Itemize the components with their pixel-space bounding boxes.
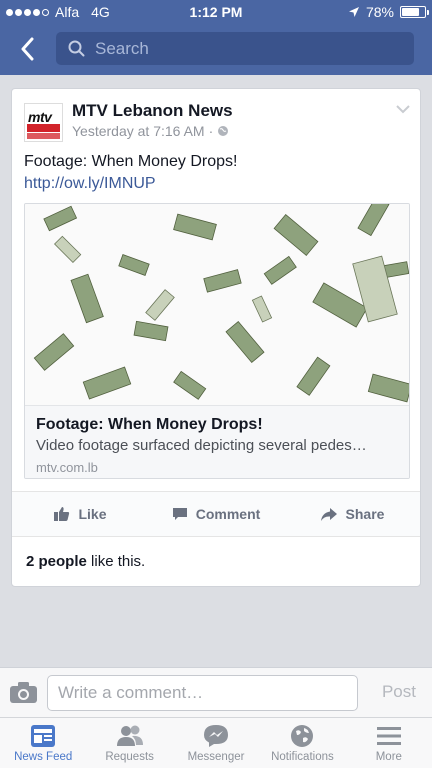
post-options-chevron-icon[interactable] (396, 105, 410, 114)
tab-notifications[interactable]: Notifications (259, 718, 345, 768)
comment-button[interactable]: Comment (148, 492, 284, 536)
attachment-title: Footage: When Money Drops! (36, 416, 263, 433)
search-box[interactable] (56, 32, 414, 65)
like-button[interactable]: Like (12, 492, 148, 536)
post-card: mtv MTV Lebanon News Yesterday at 7:16 A… (11, 88, 421, 587)
post-actions: Like Comment Share (12, 491, 420, 537)
post-meta: Yesterday at 7:16 AM · (72, 123, 229, 139)
falling-money-illustration (33, 204, 409, 403)
attachment-info: Footage: When Money Drops! Video footage… (25, 405, 409, 478)
share-label: Share (345, 506, 385, 522)
globe-icon (218, 126, 229, 136)
news-feed-icon (31, 725, 56, 747)
notifications-icon (291, 725, 314, 747)
attachment-image (25, 204, 409, 405)
tab-news-feed[interactable]: News Feed (0, 718, 86, 768)
tab-bar: News Feed Requests Messenger Notificatio… (0, 717, 432, 768)
search-input[interactable] (95, 38, 395, 59)
messenger-icon (204, 725, 229, 747)
comment-icon (172, 508, 187, 520)
likes-suffix: like this. (86, 553, 146, 570)
location-arrow-icon (348, 7, 359, 17)
back-button[interactable] (12, 34, 42, 64)
tab-label: News Feed (14, 751, 73, 763)
post-link[interactable]: http://ow.ly/IMNUP (24, 175, 156, 193)
tab-label: Requests (105, 751, 154, 763)
logo-text: mtv (28, 109, 52, 125)
more-icon (376, 727, 401, 745)
link-attachment[interactable]: Footage: When Money Drops! Video footage… (24, 203, 410, 479)
tab-messenger[interactable]: Messenger (173, 718, 259, 768)
post-header: mtv MTV Lebanon News Yesterday at 7:16 A… (24, 101, 410, 142)
share-button[interactable]: Share (284, 492, 420, 536)
requests-icon (116, 725, 143, 746)
tab-label: Notifications (271, 751, 334, 763)
tab-label: Messenger (187, 751, 245, 763)
battery-icon (400, 6, 429, 18)
status-right: 78% (348, 4, 429, 20)
camera-icon[interactable] (9, 681, 38, 704)
meta-separator: · (208, 123, 214, 139)
likes-summary[interactable]: 2 people like this. (26, 553, 145, 570)
post-message: Footage: When Money Drops! (24, 153, 238, 170)
page-avatar[interactable]: mtv (24, 103, 63, 142)
nav-bar (0, 22, 432, 75)
comment-label: Comment (195, 506, 261, 522)
share-icon (320, 507, 337, 521)
post-timestamp[interactable]: Yesterday at 7:16 AM (72, 123, 205, 139)
like-label: Like (78, 506, 107, 522)
comment-input[interactable] (47, 675, 358, 711)
tab-requests[interactable]: Requests (86, 718, 172, 768)
back-chevron-icon (21, 37, 34, 61)
comment-composer: Post (0, 667, 432, 717)
page-name[interactable]: MTV Lebanon News (72, 101, 233, 121)
tab-more[interactable]: More (346, 718, 432, 768)
post-comment-button[interactable]: Post (382, 682, 416, 702)
top-bar: Alfa 4G 1:12 PM 78% (0, 0, 432, 75)
status-bar: Alfa 4G 1:12 PM 78% (0, 0, 432, 22)
likes-count: 2 people (26, 553, 87, 570)
tab-label: More (375, 751, 402, 763)
attachment-description: Video footage surfaced depicting several… (36, 437, 367, 454)
battery-percent: 78% (365, 4, 394, 20)
thumbs-up-icon (54, 507, 70, 521)
search-icon (68, 40, 85, 57)
attachment-domain: mtv.com.lb (36, 460, 98, 475)
